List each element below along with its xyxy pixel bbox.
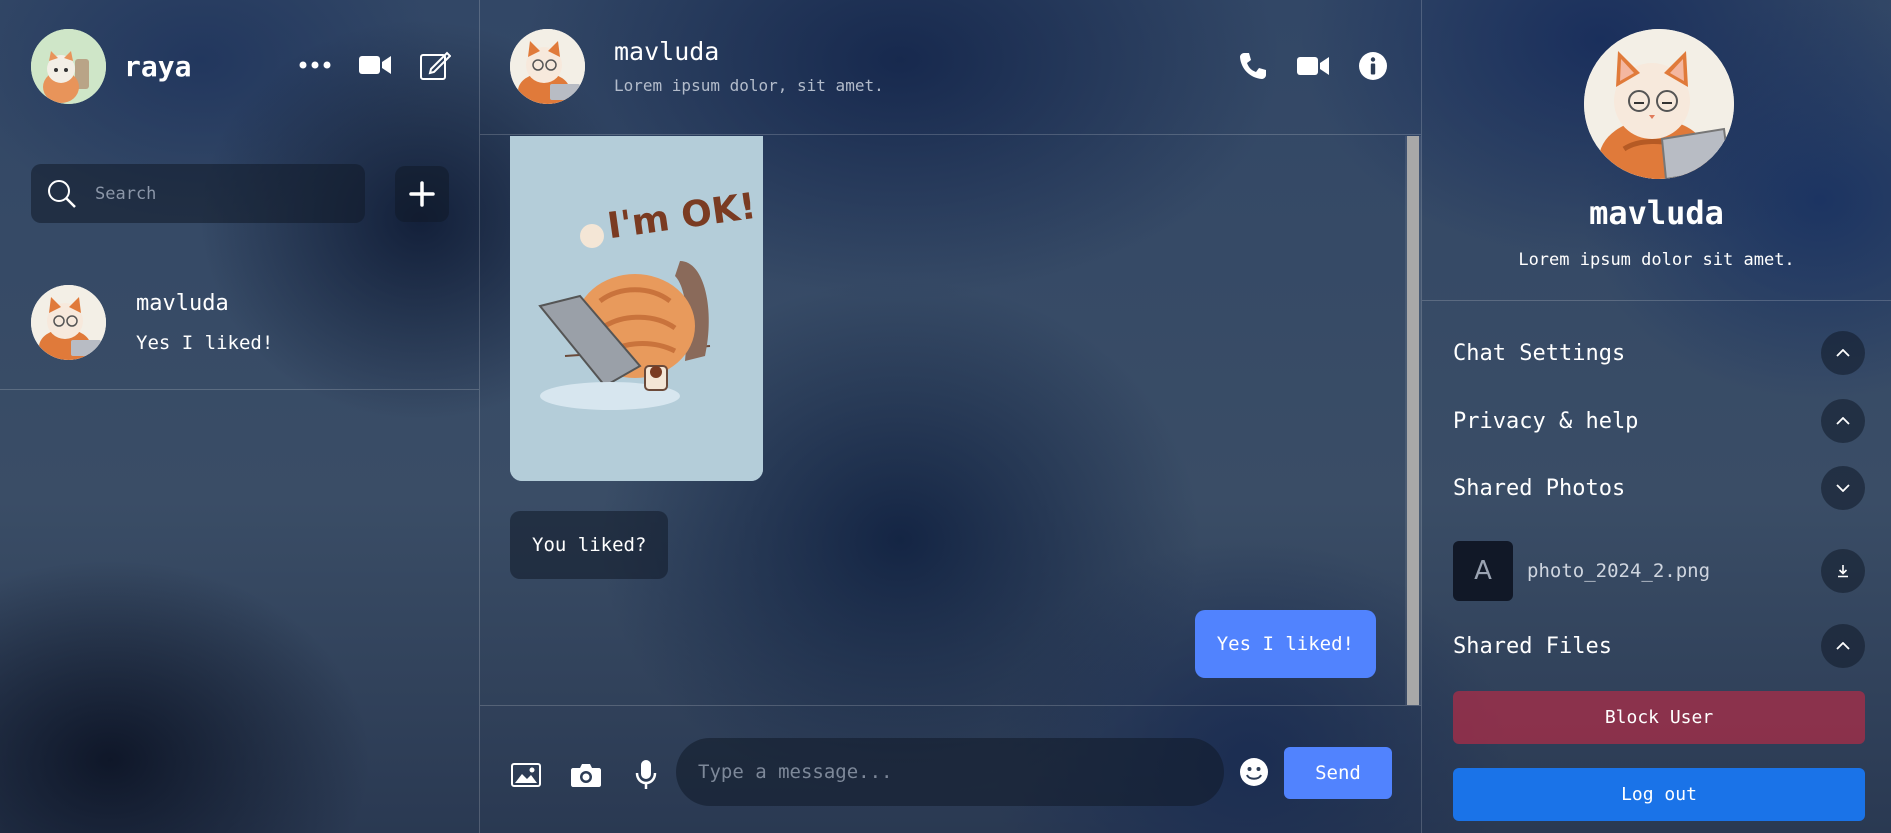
section-chat-settings[interactable]: Chat Settings bbox=[1453, 330, 1865, 376]
chevron-up-icon[interactable] bbox=[1821, 399, 1865, 443]
send-button[interactable]: Send bbox=[1284, 747, 1392, 799]
block-user-button[interactable]: Block User bbox=[1453, 691, 1865, 744]
phone-icon[interactable] bbox=[1235, 48, 1271, 84]
section-title: Chat Settings bbox=[1453, 340, 1626, 366]
message-bubble-outgoing: Yes I liked! bbox=[1194, 610, 1376, 678]
cat-sticker-image: I'm OK! bbox=[510, 136, 763, 481]
contact-avatar bbox=[31, 285, 106, 360]
photo-filename: photo_2024_2.png bbox=[1527, 560, 1711, 582]
message-bubble-incoming: You liked? bbox=[510, 511, 669, 579]
video-icon[interactable] bbox=[357, 47, 393, 83]
profile-avatar bbox=[1584, 29, 1734, 179]
last-message: Yes I liked! bbox=[136, 332, 274, 354]
search-input[interactable] bbox=[95, 183, 325, 204]
download-icon[interactable] bbox=[1821, 549, 1865, 593]
search-box[interactable] bbox=[31, 164, 365, 223]
cat-avatar-icon bbox=[510, 29, 585, 104]
cat-avatar-icon bbox=[31, 285, 106, 360]
chat-list-panel: raya Search mavluda Yes I liked! bbox=[0, 0, 480, 833]
profile-bio: Lorem ipsum dolor sit amet. bbox=[1518, 250, 1795, 270]
divider bbox=[1422, 300, 1891, 301]
chevron-down-icon[interactable] bbox=[1821, 466, 1865, 510]
conversation-status: Lorem ipsum dolor, sit amet. bbox=[614, 76, 884, 95]
message-composer: Send bbox=[480, 707, 1421, 833]
message-list[interactable]: I'm OK! You liked? Yes I liked! bbox=[480, 136, 1421, 706]
contact-name: mavluda bbox=[136, 291, 229, 316]
chat-list-item[interactable]: mavluda Yes I liked! bbox=[0, 270, 479, 390]
chevron-up-icon[interactable] bbox=[1821, 624, 1865, 668]
section-shared-photos[interactable]: Shared Photos bbox=[1453, 465, 1865, 511]
left-header-actions bbox=[297, 47, 453, 83]
scrollbar-thumb[interactable] bbox=[1407, 136, 1419, 705]
add-chat-button[interactable] bbox=[395, 165, 449, 222]
chevron-up-icon[interactable] bbox=[1821, 331, 1865, 375]
chat-list-item-text: mavluda Yes I liked! bbox=[136, 291, 273, 354]
conversation-avatar[interactable] bbox=[510, 29, 585, 104]
shared-photo-item[interactable]: A photo_2024_2.png bbox=[1453, 541, 1865, 601]
current-user-header: raya bbox=[31, 29, 191, 104]
cat-avatar-icon bbox=[1584, 29, 1734, 179]
conversation-title: mavluda bbox=[614, 37, 720, 66]
section-privacy-help[interactable]: Privacy & help bbox=[1453, 398, 1865, 444]
video-icon[interactable] bbox=[1295, 48, 1331, 84]
info-icon[interactable] bbox=[1355, 48, 1391, 84]
photo-thumbnail: A bbox=[1453, 541, 1513, 601]
current-user-avatar[interactable] bbox=[31, 29, 106, 104]
search-row bbox=[31, 164, 449, 223]
image-icon[interactable] bbox=[508, 757, 544, 793]
microphone-icon[interactable] bbox=[628, 757, 664, 793]
composer-actions bbox=[508, 757, 664, 793]
more-icon[interactable] bbox=[297, 47, 333, 83]
edit-icon[interactable] bbox=[417, 47, 453, 83]
conversation-header: mavluda Lorem ipsum dolor, sit amet. bbox=[480, 0, 1421, 135]
message-input[interactable] bbox=[676, 738, 1224, 806]
emoji-icon[interactable] bbox=[1236, 754, 1272, 790]
profile-name: mavluda bbox=[1589, 194, 1724, 232]
message-scrollbar[interactable] bbox=[1405, 136, 1421, 705]
section-title: Shared Files bbox=[1453, 633, 1612, 659]
cat-avatar-icon bbox=[31, 29, 106, 104]
section-shared-files[interactable]: Shared Files bbox=[1453, 623, 1865, 669]
search-icon bbox=[48, 179, 76, 208]
section-title: Shared Photos bbox=[1453, 475, 1626, 501]
plus-icon bbox=[409, 180, 435, 207]
sticker-message: I'm OK! bbox=[510, 136, 763, 481]
details-panel: mavluda Lorem ipsum dolor sit amet. Chat… bbox=[1422, 0, 1891, 833]
conversation-actions bbox=[1235, 48, 1391, 84]
logout-button[interactable]: Log out bbox=[1453, 768, 1865, 821]
conversation-panel: mavluda Lorem ipsum dolor, sit amet. I'm… bbox=[480, 0, 1422, 833]
current-user-name: raya bbox=[124, 50, 192, 83]
section-title: Privacy & help bbox=[1453, 408, 1639, 434]
camera-icon[interactable] bbox=[568, 757, 604, 793]
